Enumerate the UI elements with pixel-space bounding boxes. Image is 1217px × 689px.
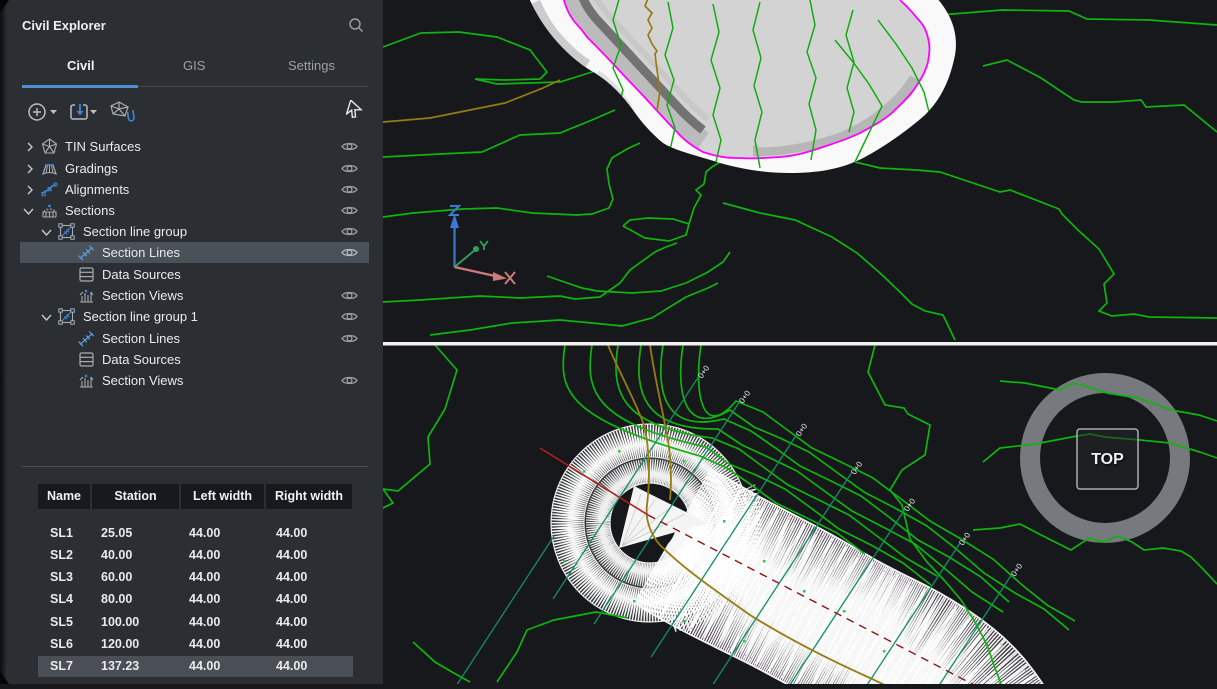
svg-text:TOP: TOP — [1091, 451, 1124, 468]
